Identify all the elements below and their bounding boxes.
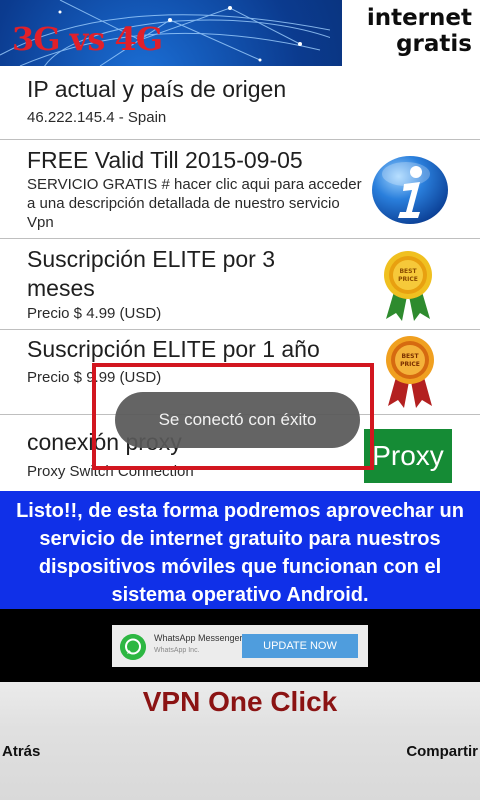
list-item-title: Suscripción ELITE por 1 año [27,336,320,362]
update-now-button[interactable]: UPDATE NOW [242,634,358,658]
best-price-medal-icon: BEST PRICE [384,251,432,321]
list-item-title: Suscripción ELITE por 3 meses [27,246,276,301]
list-item-title: FREE Valid Till 2015-09-05 [27,147,303,173]
svg-text:BEST: BEST [401,353,419,360]
whatsapp-icon [120,634,146,660]
info-icon[interactable] [370,154,450,226]
caption-panel: Listo!!, de esta forma podremos aprovech… [0,491,480,609]
banner-3g-vs-4g-text: 3G vs 4G [12,20,163,58]
svg-text:PRICE: PRICE [400,361,420,368]
svg-text:PRICE: PRICE [398,276,418,283]
badge-line-1: internet [366,5,472,31]
list-item-subtitle: Precio $ 4.99 (USD) [27,305,162,322]
best-price-medal-icon: BEST PRICE [386,336,434,408]
ad-app-name: WhatsApp Messenger [154,633,243,643]
list-item-subtitle: SERVICIO GRATIS # hacer clic aqui para a… [27,176,362,231]
list-item-title: IP actual y país de origen [27,76,287,102]
badge-line-2: gratis [396,31,472,57]
ad-banner[interactable]: WhatsApp Messenger WhatsApp Inc. UPDATE … [112,625,368,667]
list-item-free-service[interactable]: FREE Valid Till 2015-09-05 SERVICIO GRAT… [0,140,480,239]
list-item-current-ip[interactable]: IP actual y país de origen 46.222.145.4 … [0,66,480,140]
back-button[interactable]: Atrás [2,743,40,760]
ad-publisher: WhatsApp Inc. [154,647,200,654]
proxy-button[interactable]: Proxy [364,429,452,483]
internet-gratis-badge: internet gratis [342,0,480,66]
svg-text:BEST: BEST [399,268,417,275]
list-item-subtitle: 46.222.145.4 - Spain [27,109,167,126]
share-button[interactable]: Compartir [406,743,478,760]
app-title: VPN One Click [142,686,338,717]
toast-message: Se conectó con éxito [115,392,360,448]
header-banner: 3G vs 4G internet gratis [0,0,480,66]
list-item-elite-3-months[interactable]: Suscripción ELITE por 3 meses Precio $ 4… [0,239,480,330]
